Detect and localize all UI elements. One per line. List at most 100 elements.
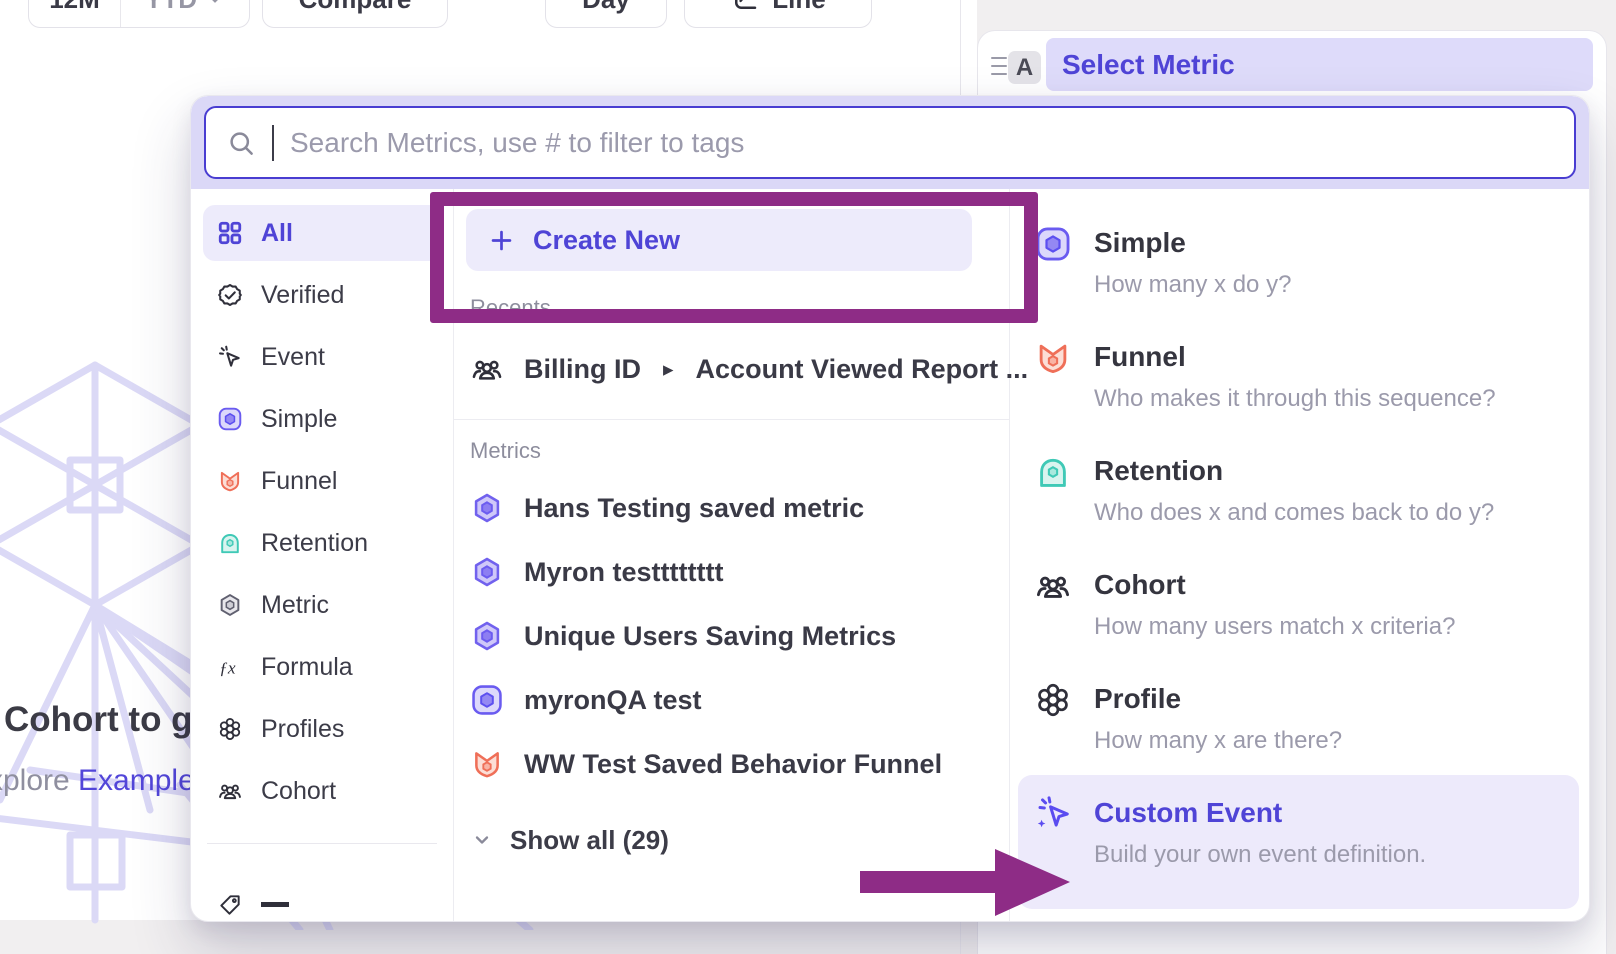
metric-types-column: SimpleHow many x do y? FunnelWho makes i… — [1009, 189, 1589, 921]
cohort-icon — [1034, 567, 1072, 641]
type-description: How many x do y? — [1094, 271, 1291, 299]
profiles-icon — [1034, 681, 1072, 755]
chart-type-line-button[interactable]: Line — [684, 0, 872, 28]
sidebar-item-tags-partial[interactable] — [203, 888, 441, 921]
line-chart-icon — [730, 0, 760, 14]
funnel-icon — [470, 747, 504, 781]
metrics-header: Metrics — [470, 438, 995, 464]
simple-icon — [1034, 225, 1072, 299]
list-item-label: Hans Testing saved metric — [524, 493, 864, 524]
chevron-down-icon — [470, 828, 494, 852]
recent-item-suffix: Account Viewed Report ... — [696, 354, 1029, 385]
search-input[interactable] — [290, 127, 1554, 159]
series-a-badge: A — [1008, 51, 1041, 84]
sidebar-item-retention[interactable]: Retention — [203, 515, 441, 571]
sidebar-item-event[interactable]: Event — [203, 329, 441, 385]
type-description: Build your own event definition. — [1094, 841, 1426, 869]
type-title: Cohort — [1094, 569, 1455, 601]
list-item[interactable]: Unique Users Saving Metrics — [466, 604, 995, 668]
type-description: Who makes it through this sequence? — [1094, 385, 1496, 413]
sidebar-item-label: Event — [261, 343, 325, 372]
range-ytd-label: YTD — [145, 0, 197, 15]
search-band — [191, 96, 1589, 189]
compare-button[interactable]: Compare — [262, 0, 448, 28]
type-title: Retention — [1094, 455, 1494, 487]
recents-header: Recents — [470, 295, 995, 321]
filter-sidebar: All Verified Event Simple Funnel — [191, 189, 453, 921]
create-new-button[interactable]: Create New — [466, 209, 972, 271]
sidebar-item-cohort[interactable]: Cohort — [203, 763, 441, 819]
sidebar-item-formula[interactable]: ƒx Formula — [203, 639, 441, 695]
range-ytd-button[interactable]: YTD — [121, 0, 249, 27]
custom-event-icon — [1034, 795, 1072, 869]
formula-icon: ƒx — [217, 654, 243, 680]
type-description: How many x are there? — [1094, 727, 1342, 755]
sidebar-item-funnel[interactable]: Funnel — [203, 453, 441, 509]
type-description: Who does x and comes back to do y? — [1094, 499, 1494, 527]
retention-icon — [1034, 453, 1072, 527]
range-12m-button[interactable]: 12M — [29, 0, 121, 27]
sidebar-divider — [207, 843, 437, 844]
list-item-label: Myron testttttttt — [524, 557, 723, 588]
app-screen: 12M YTD Compare Day Line — [0, 0, 1616, 954]
results-column: Create New Recents Billing ID ▸ Account … — [453, 189, 1009, 921]
recent-item-prefix: Billing ID — [524, 354, 641, 385]
list-item[interactable]: Myron testttttttt — [466, 540, 995, 604]
sidebar-item-verified[interactable]: Verified — [203, 267, 441, 323]
sidebar-item-metric[interactable]: Metric — [203, 577, 441, 633]
breadcrumb-arrow-icon: ▸ — [661, 357, 676, 382]
metric-type-cohort[interactable]: CohortHow many users match x criteria? — [1018, 547, 1579, 661]
metric-type-retention[interactable]: Retention Who does x and comes back to do… — [1018, 433, 1579, 547]
interval-day-button[interactable]: Day — [545, 0, 667, 28]
list-item[interactable]: WW Test Saved Behavior Funnel — [466, 732, 995, 796]
cohort-icon — [470, 352, 504, 386]
list-item[interactable]: myronQA test — [466, 668, 995, 732]
metric-hexagon-purple-icon — [470, 555, 504, 589]
metric-type-funnel[interactable]: FunnelWho makes it through this sequence… — [1018, 319, 1579, 433]
select-metric-label: Select Metric — [1062, 49, 1235, 81]
sidebar-item-label: All — [261, 219, 293, 248]
sidebar-item-simple[interactable]: Simple — [203, 391, 441, 447]
list-item[interactable]: Hans Testing saved metric — [466, 476, 995, 540]
metrics-list: Hans Testing saved metric Myron testtttt… — [466, 476, 995, 796]
funnel-icon — [217, 468, 243, 494]
text-caret — [272, 125, 274, 161]
plus-icon — [488, 227, 515, 254]
chart-type-label: Line — [772, 0, 825, 15]
metric-type-simple[interactable]: SimpleHow many x do y? — [1018, 205, 1579, 319]
verified-badge-icon — [217, 282, 243, 308]
metric-hexagon-purple-icon — [470, 619, 504, 653]
empty-state-title-fragment: Cohort to ge — [4, 700, 212, 740]
sidebar-item-label: Metric — [261, 591, 329, 620]
chevron-down-icon — [205, 0, 225, 9]
sidebar-item-label: Formula — [261, 653, 353, 682]
show-all-toggle[interactable]: Show all (29) — [466, 810, 995, 870]
metric-type-profile[interactable]: ProfileHow many x are there? — [1018, 661, 1579, 775]
range-12m-label: 12M — [49, 0, 100, 15]
select-metric-button[interactable]: Select Metric — [1046, 38, 1593, 91]
list-item-label: myronQA test — [524, 685, 702, 716]
sidebar-item-label: Simple — [261, 405, 337, 434]
sidebar-item-label: Cohort — [261, 777, 336, 806]
create-new-label: Create New — [533, 225, 680, 256]
recent-item[interactable]: Billing ID ▸ Account Viewed Report ... — [466, 337, 995, 401]
grid-icon — [217, 220, 243, 246]
show-all-label: Show all (29) — [510, 825, 669, 856]
compare-label: Compare — [299, 0, 412, 15]
svg-text:ƒx: ƒx — [219, 659, 236, 678]
modal-body: All Verified Event Simple Funnel — [191, 189, 1589, 921]
event-cursor-icon — [217, 344, 243, 370]
profiles-icon — [217, 716, 243, 742]
clipped-label-fragment — [261, 902, 289, 921]
metric-type-custom-event[interactable]: Custom EventBuild your own event definit… — [1018, 775, 1579, 909]
empty-state-subtitle: xplore Example — [0, 764, 195, 798]
example-link[interactable]: Example — [78, 764, 195, 797]
sidebar-item-all[interactable]: All — [203, 205, 441, 261]
list-item-label: WW Test Saved Behavior Funnel — [524, 749, 942, 780]
sidebar-item-label: Profiles — [261, 715, 344, 744]
search-box[interactable] — [204, 106, 1576, 179]
search-icon — [226, 128, 256, 158]
date-range-group: 12M YTD — [28, 0, 250, 28]
drag-handle-icon[interactable] — [991, 57, 1007, 75]
sidebar-item-profiles[interactable]: Profiles — [203, 701, 441, 757]
